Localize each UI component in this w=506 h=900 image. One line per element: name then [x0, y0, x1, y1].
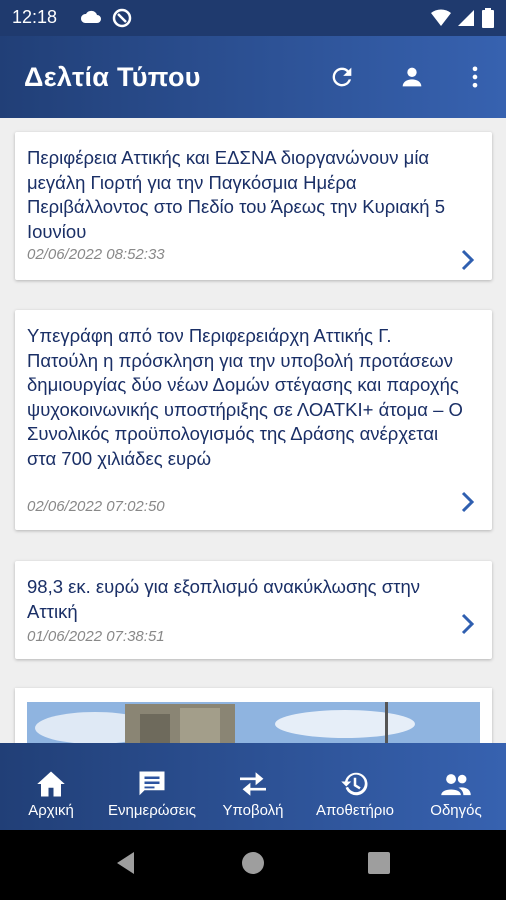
account-button[interactable] [395, 60, 429, 94]
home-circle-icon[interactable] [241, 850, 265, 876]
press-release-card[interactable]: Περιφέρεια Αττικής και ΕΔΣΝΑ διοργανώνου… [15, 132, 492, 280]
chevron-right-icon [461, 491, 475, 513]
account-icon [402, 67, 422, 87]
app-bar: Δελτία Τύπου [0, 36, 506, 118]
recents-icon[interactable] [367, 850, 391, 876]
status-time: 12:18 [12, 7, 58, 27]
history-icon [341, 772, 368, 796]
home-icon [37, 771, 65, 797]
press-release-card[interactable]: Υπεγράφη από τον Περιφερειάρχη Αττικής Γ… [15, 310, 492, 530]
refresh-icon [332, 67, 352, 87]
nav-item-repository[interactable]: Αποθετήριο [306, 743, 404, 830]
nav-label: Ενημερώσεις [108, 802, 196, 819]
press-release-date: 02/06/2022 08:52:33 [27, 246, 165, 263]
chevron-right-icon [461, 249, 475, 271]
nav-label: Υποβολή [222, 802, 284, 819]
battery-icon [482, 8, 494, 28]
press-release-card[interactable]: 98,3 εκ. ευρώ για εξοπλισμό ανακύκλωσης … [15, 561, 492, 659]
refresh-button[interactable] [325, 60, 359, 94]
cloud-icon [80, 10, 101, 23]
more-options-button[interactable] [458, 60, 492, 94]
nav-item-submit[interactable]: Υποβολή [214, 743, 292, 830]
press-release-date: 01/06/2022 07:38:51 [27, 628, 165, 645]
press-release-list: Περιφέρεια Αττικής και ΕΔΣΝΑ διοργανώνου… [0, 118, 506, 743]
news-image-card[interactable] [15, 688, 492, 743]
signal-icon [458, 10, 474, 26]
message-icon [139, 771, 165, 796]
system-navigation-bar [0, 830, 506, 900]
chevron-right-icon [461, 613, 475, 635]
page-title: Δελτία Τύπου [24, 62, 201, 92]
press-release-title: Υπεγράφη από τον Περιφερειάρχη Αττικής Γ… [27, 325, 463, 469]
press-release-date: 02/06/2022 07:02:50 [27, 498, 165, 515]
press-release-title: Περιφέρεια Αττικής και ΕΔΣΝΑ διοργανώνου… [27, 147, 445, 242]
compare-arrows-icon [240, 772, 266, 796]
bottom-navigation: Αρχική Ενημερώσεις Υποβολή Αποθετήριο Οδ… [0, 743, 506, 830]
nav-item-updates[interactable]: Ενημερώσεις [100, 743, 204, 830]
news-image [27, 702, 480, 743]
more-vert-icon [472, 66, 478, 88]
back-icon[interactable] [114, 850, 138, 876]
people-icon [441, 774, 471, 796]
nav-item-home[interactable]: Αρχική [14, 743, 88, 830]
nav-label: Οδηγός [430, 802, 482, 819]
status-bar: 12:18 [0, 0, 506, 36]
nav-item-guide[interactable]: Οδηγός [420, 743, 492, 830]
wifi-icon [431, 9, 451, 26]
nav-label: Αποθετήριο [316, 802, 394, 819]
sync-circle-icon [112, 8, 132, 28]
press-release-title: 98,3 εκ. ευρώ για εξοπλισμό ανακύκλωσης … [27, 576, 420, 622]
nav-label: Αρχική [28, 802, 74, 819]
